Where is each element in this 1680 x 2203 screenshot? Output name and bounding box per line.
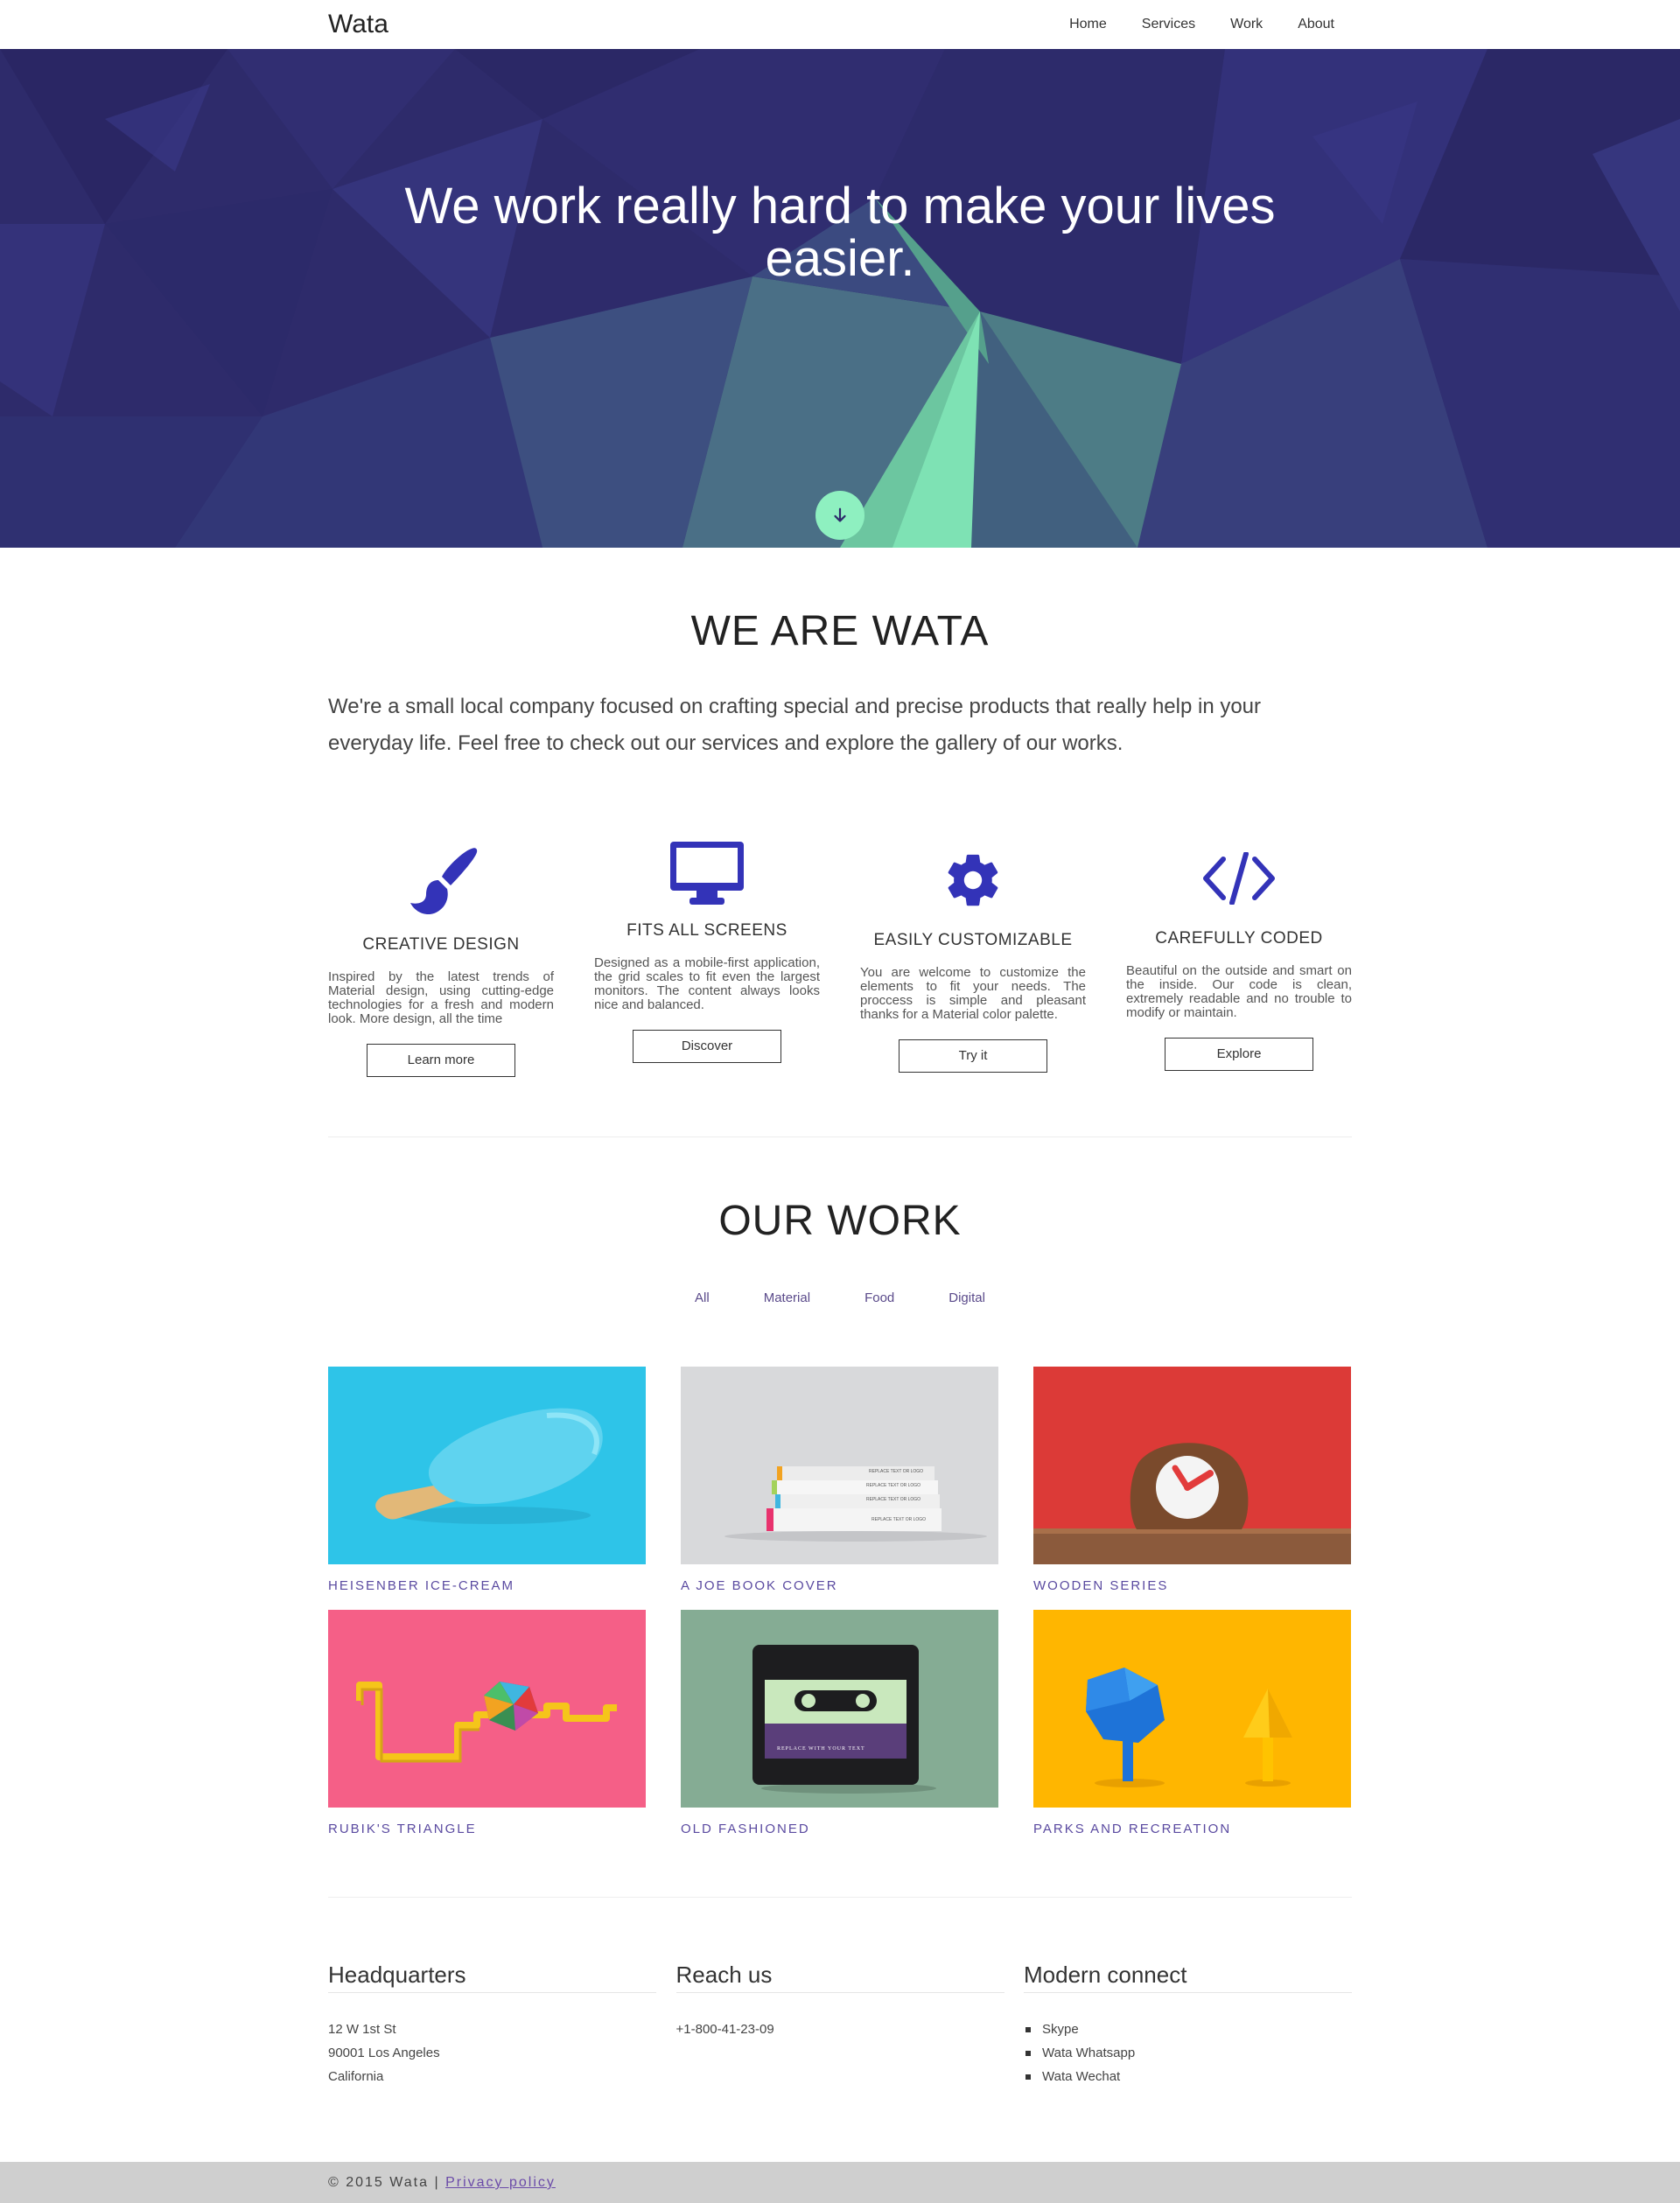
- work-card[interactable]: HEISENBER ICE-CREAM: [328, 1367, 646, 1596]
- reach-us-title: Reach us: [676, 1962, 1004, 1993]
- hero-banner: We work really hard to make your lives e…: [0, 49, 1680, 548]
- work-image-ice-cream[interactable]: [328, 1367, 646, 1564]
- book-label: REPLACE TEXT OR LOGO: [869, 1469, 924, 1474]
- feature-fits-all-screens: FITS ALL SCREENS Designed as a mobile-fi…: [594, 834, 820, 1077]
- copyright: © 2015 Wata |: [328, 2175, 440, 2190]
- paintbrush-icon: [328, 839, 554, 927]
- hero-polygon-background: [0, 49, 1680, 548]
- nav-link-home[interactable]: Home: [1052, 17, 1124, 32]
- work-filters: All Material Food Digital: [328, 1290, 1352, 1305]
- feature-text: Designed as a mobile-first application, …: [594, 955, 820, 1012]
- feature-title: EASILY CUSTOMIZABLE: [873, 931, 1073, 949]
- book-label: REPLACE TEXT OR LOGO: [866, 1483, 921, 1488]
- feature-easily-customizable: EASILY CUSTOMIZABLE You are welcome to c…: [860, 838, 1086, 1077]
- reach-us-column: Reach us +1-800-41-23-09: [676, 1962, 1004, 2088]
- gear-icon: [860, 838, 1086, 922]
- contact-section: Headquarters 12 W 1st St 90001 Los Angel…: [328, 1962, 1352, 2088]
- nav-link-about[interactable]: About: [1280, 17, 1352, 32]
- work-caption[interactable]: RUBIK'S TRIANGLE: [328, 1822, 646, 1839]
- work-caption[interactable]: HEISENBER ICE-CREAM: [328, 1578, 646, 1596]
- top-navbar: Wata Home Services Work About: [0, 0, 1680, 49]
- modern-connect-column: Modern connect Skype Wata Whatsapp Wata …: [1024, 1962, 1352, 2088]
- monitor-icon: [594, 834, 820, 913]
- work-card[interactable]: PARKS AND RECREATION: [1033, 1610, 1351, 1839]
- work-card[interactable]: WOODEN SERIES: [1033, 1367, 1351, 1596]
- brand-logo[interactable]: Wata: [328, 10, 388, 39]
- feature-title: CAREFULLY CODED: [1155, 929, 1323, 948]
- work-title: OUR WORK: [718, 1198, 962, 1244]
- filter-material[interactable]: Material: [764, 1290, 810, 1305]
- about-section: WE ARE WATA We're a small local company …: [0, 548, 1680, 1077]
- feature-creative-design: CREATIVE DESIGN Inspired by the latest t…: [328, 839, 554, 1077]
- work-card[interactable]: REPLACE TEXT OR LOGO REPLACE TEXT OR LOG…: [681, 1367, 998, 1596]
- book-label: REPLACE TEXT OR LOGO: [866, 1497, 921, 1502]
- address-line: 90001 Los Angeles: [328, 2046, 440, 2060]
- work-caption[interactable]: A JOE BOOK COVER: [681, 1578, 998, 1596]
- about-title: WE ARE WATA: [690, 608, 990, 654]
- cassette-label: REPLACE WITH YOUR TEXT: [777, 1746, 865, 1752]
- work-image-books[interactable]: REPLACE TEXT OR LOGO REPLACE TEXT OR LOG…: [681, 1367, 998, 1564]
- work-card[interactable]: REPLACE WITH YOUR TEXT OLD FASHIONED: [681, 1610, 998, 1839]
- learn-more-button[interactable]: Learn more: [367, 1044, 515, 1077]
- footer-bar: © 2015 Wata | Privacy policy: [0, 2162, 1680, 2203]
- work-gallery: HEISENBER ICE-CREAM REPLACE TEXT OR LOGO…: [328, 1367, 1352, 1839]
- work-image-parks-recreation[interactable]: [1033, 1610, 1351, 1808]
- work-caption[interactable]: PARKS AND RECREATION: [1033, 1822, 1351, 1839]
- feature-text: Beautiful on the outside and smart on th…: [1126, 963, 1352, 1020]
- work-image-rubiks-triangle[interactable]: [328, 1610, 646, 1808]
- address-line: California: [328, 2069, 384, 2084]
- connect-item-skype[interactable]: Skype: [1024, 2018, 1352, 2041]
- work-image-cassette[interactable]: REPLACE WITH YOUR TEXT: [681, 1610, 998, 1808]
- try-it-button[interactable]: Try it: [899, 1039, 1047, 1073]
- feature-carefully-coded: CAREFULLY CODED Beautiful on the outside…: [1126, 836, 1352, 1077]
- code-icon: [1126, 836, 1352, 920]
- about-intro: We're a small local company focused on c…: [328, 695, 1262, 755]
- feature-title: CREATIVE DESIGN: [362, 935, 520, 954]
- explore-button[interactable]: Explore: [1165, 1038, 1313, 1071]
- features-row: CREATIVE DESIGN Inspired by the latest t…: [328, 834, 1352, 1077]
- feature-title: FITS ALL SCREENS: [626, 921, 788, 940]
- work-caption[interactable]: OLD FASHIONED: [681, 1822, 998, 1839]
- work-caption[interactable]: WOODEN SERIES: [1033, 1578, 1351, 1596]
- nav-link-work[interactable]: Work: [1213, 17, 1280, 32]
- headquarters-column: Headquarters 12 W 1st St 90001 Los Angel…: [328, 1962, 656, 2088]
- section-divider: [328, 1897, 1352, 1898]
- arrow-down-icon: [834, 507, 846, 522]
- connect-list: Skype Wata Whatsapp Wata Wechat: [1024, 2018, 1352, 2088]
- connect-item-wechat[interactable]: Wata Wechat: [1024, 2065, 1352, 2088]
- address-line: 12 W 1st St: [328, 2022, 396, 2037]
- modern-connect-title: Modern connect: [1024, 1962, 1352, 1993]
- filter-all[interactable]: All: [695, 1290, 710, 1305]
- book-label: REPLACE TEXT OR LOGO: [872, 1517, 927, 1522]
- work-image-wooden-clock[interactable]: [1033, 1367, 1351, 1564]
- headquarters-title: Headquarters: [328, 1962, 656, 1993]
- filter-food[interactable]: Food: [864, 1290, 894, 1305]
- phone-number[interactable]: +1-800-41-23-09: [676, 2018, 1004, 2041]
- nav-link-services[interactable]: Services: [1124, 17, 1213, 32]
- connect-item-whatsapp[interactable]: Wata Whatsapp: [1024, 2041, 1352, 2065]
- work-section: OUR WORK All Material Food Digital HEISE…: [0, 1137, 1680, 1839]
- privacy-policy-link[interactable]: Privacy policy: [445, 2175, 556, 2190]
- hero-headline: We work really hard to make your lives e…: [404, 178, 1276, 287]
- nav-menu: Home Services Work About: [1052, 17, 1352, 32]
- work-card[interactable]: RUBIK'S TRIANGLE: [328, 1610, 646, 1839]
- discover-button[interactable]: Discover: [633, 1030, 781, 1063]
- filter-digital[interactable]: Digital: [948, 1290, 985, 1305]
- feature-text: Inspired by the latest trends of Materia…: [328, 969, 554, 1026]
- address: 12 W 1st St 90001 Los Angeles California: [328, 2018, 656, 2088]
- scroll-down-button[interactable]: [816, 491, 864, 540]
- feature-text: You are welcome to customize the element…: [860, 965, 1086, 1022]
